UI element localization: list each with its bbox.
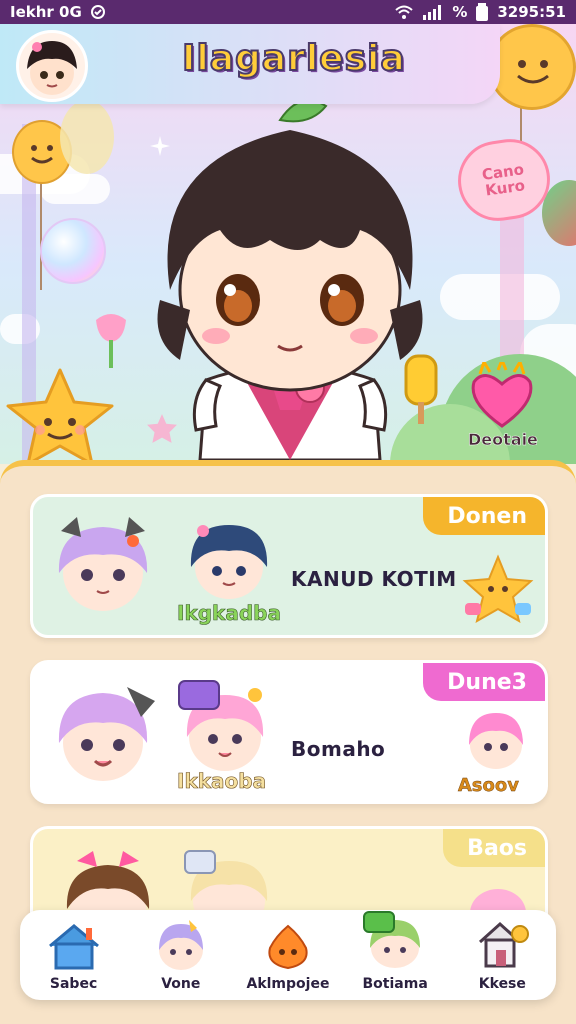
nav-vone[interactable]: Vone (131, 918, 231, 992)
clock: 3295:51 (497, 3, 566, 21)
rainbow-balloon (40, 218, 106, 284)
fire-face-icon (268, 924, 308, 970)
top-header: Ilagarlesia (0, 24, 500, 104)
chibi-avatar-blue (190, 525, 268, 599)
wifi-icon (395, 5, 414, 19)
nav-label: Aklmpojee (246, 976, 330, 992)
app-title: Ilagarlesia (181, 37, 406, 80)
character-card-2[interactable]: Dune3 Bomaho Ikkaoba Asoov (30, 660, 548, 804)
chibi-mini-pink (469, 713, 523, 769)
card-extra-label: Asoov (457, 775, 520, 796)
card-title: Bomaho (291, 737, 386, 761)
shop-house-icon (479, 921, 530, 968)
decor-label: Deotaie (468, 430, 538, 450)
card-title: KANUD KOTIM (291, 567, 457, 591)
card-tag: Dune3 (423, 663, 545, 701)
chibi-avatar-purple (58, 517, 148, 611)
balloon-face-icon (517, 60, 549, 84)
character-card-1[interactable]: Donen KANUD KOTIM Ikgkadba (30, 494, 548, 638)
card-tag: Baos (443, 829, 545, 867)
card-subtitle: Ikgkadba (177, 601, 282, 626)
nav-botiama[interactable]: Botiama (345, 910, 445, 992)
green-chibi-icon (363, 911, 421, 968)
home-icon (48, 924, 99, 970)
heart-decor-icon[interactable] (464, 362, 540, 432)
card-subtitle: Ikkaoba (177, 769, 267, 794)
battery-icon (476, 3, 489, 21)
nav-home[interactable]: Sabec (24, 924, 124, 992)
profile-avatar[interactable] (16, 30, 88, 102)
notification-icon (90, 5, 105, 19)
chibi-avatar-pink (178, 680, 264, 771)
smiling-star-icon (6, 368, 114, 466)
nav-label: Botiama (362, 976, 428, 992)
star-buddy-icon (462, 554, 534, 623)
signal-icon (423, 5, 442, 20)
chibi-avatar-lilac (58, 687, 155, 781)
nav-label: Sabec (49, 976, 98, 992)
card-tag: Donen (423, 497, 545, 535)
popsicle-icon (404, 354, 438, 424)
nav-aklmpojee[interactable]: Aklmpojee (238, 924, 338, 992)
bottom-nav: Sabec Vone Aklmpojee Botiama Kkese (20, 910, 556, 1000)
nav-label: Vone (161, 976, 201, 992)
battery-percent: % (452, 3, 468, 21)
chibi-purple-icon (158, 920, 203, 970)
pale-balloon (60, 100, 114, 174)
status-bar: Iekhr 0G % 3295:51 (0, 0, 576, 24)
nav-label: Kkese (478, 976, 526, 992)
carrier-label: Iekhr 0G (10, 3, 82, 21)
nav-kkese[interactable]: Kkese (452, 920, 552, 992)
